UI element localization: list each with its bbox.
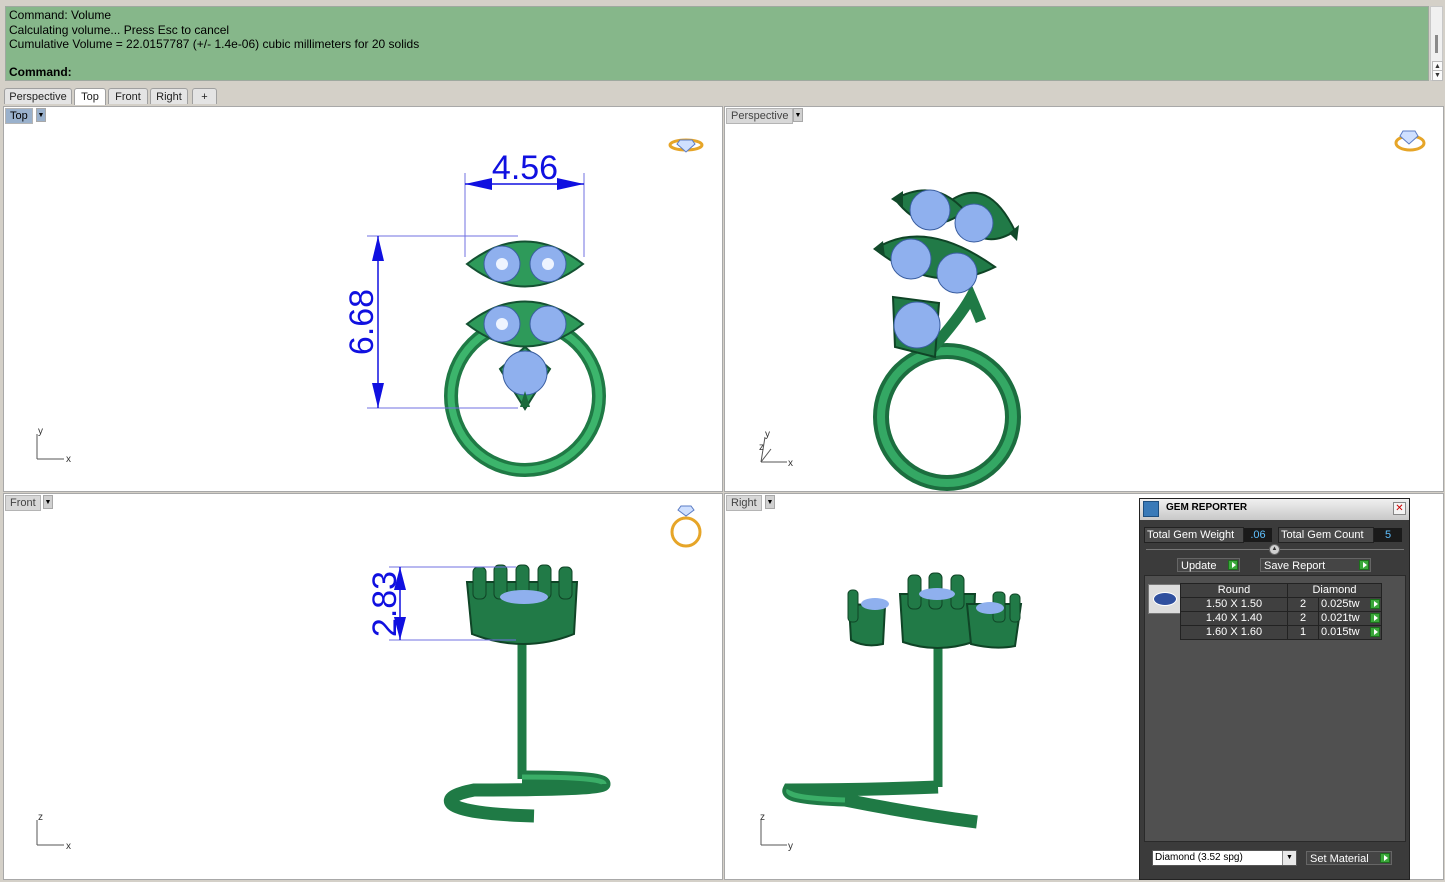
gem-count: 1 xyxy=(1287,625,1319,640)
gem-count: 2 xyxy=(1287,597,1319,612)
viewport-label-top[interactable]: Top xyxy=(5,108,33,124)
axis-indicator-right: y z xyxy=(760,812,793,852)
command-line-2: Calculating volume... Press Esc to cance… xyxy=(9,23,230,37)
gem-reporter-title: GEM REPORTER xyxy=(1166,502,1248,513)
play-arrow-icon xyxy=(1380,853,1390,863)
gem-size: 1.60 X 1.60 xyxy=(1180,625,1288,640)
ring-icon xyxy=(670,505,702,548)
row-go-button[interactable] xyxy=(1369,598,1381,611)
viewport-label-right[interactable]: Right xyxy=(726,495,762,511)
ring-model-front xyxy=(443,564,611,823)
total-gem-weight-label: Total Gem Weight xyxy=(1144,527,1244,543)
axis-y-label: y xyxy=(788,841,793,852)
viewport-menu-icon[interactable]: ▼ xyxy=(765,495,775,509)
table-row[interactable]: 1.50 X 1.50 2 0.025tw xyxy=(1180,597,1382,612)
play-arrow-icon xyxy=(1370,599,1380,609)
tab-perspective[interactable]: Perspective xyxy=(4,88,72,104)
gem-reporter-titlebar[interactable]: GEM REPORTER ✕ xyxy=(1140,499,1409,520)
total-gem-count-value: 5 xyxy=(1374,528,1402,542)
top-view-canvas: 4.56 6.68 x y xyxy=(36,138,704,477)
save-report-button-label: Save Report xyxy=(1264,560,1326,572)
axis-x-label: x xyxy=(66,841,71,852)
gem-size: 1.50 X 1.50 xyxy=(1180,597,1288,612)
material-select-value: Diamond (3.52 spg) xyxy=(1155,852,1243,863)
tab-front[interactable]: Front xyxy=(108,88,148,104)
save-report-button[interactable]: Save Report xyxy=(1260,558,1371,572)
viewport-menu-icon[interactable]: ▼ xyxy=(43,495,53,509)
gem-weight: 0.021tw xyxy=(1321,612,1360,624)
tab-top[interactable]: Top xyxy=(74,88,106,105)
axis-z-label: z xyxy=(38,812,43,823)
close-icon[interactable]: ✕ xyxy=(1393,502,1406,515)
viewport-perspective[interactable]: x y z Perspective ▼ xyxy=(724,106,1444,492)
total-gem-count-label: Total Gem Count xyxy=(1278,527,1374,543)
viewport-top[interactable]: 4.56 6.68 x y Top ▼ xyxy=(3,106,723,492)
set-material-button[interactable]: Set Material xyxy=(1306,851,1392,865)
viewport-label-front[interactable]: Front xyxy=(5,495,41,511)
gem-count: 2 xyxy=(1287,611,1319,626)
round-gem-icon xyxy=(1148,584,1181,614)
table-header-row: Round Diamond xyxy=(1180,583,1382,598)
table-row[interactable]: 1.40 X 1.40 2 0.021tw xyxy=(1180,611,1382,626)
add-tab-icon[interactable]: + xyxy=(192,88,217,104)
play-arrow-icon xyxy=(1228,560,1238,570)
viewport-menu-icon[interactable]: ▼ xyxy=(36,108,46,122)
update-button[interactable]: Update xyxy=(1177,558,1240,572)
dimension-height-label: 6.68 xyxy=(343,289,381,355)
gem-icon xyxy=(668,138,704,153)
command-line-1: Command: Volume xyxy=(9,8,112,22)
scrollbar-thumb[interactable] xyxy=(1435,35,1438,53)
table-row[interactable]: 1.60 X 1.60 1 0.015tw xyxy=(1180,625,1382,640)
gem-icon-perspective xyxy=(1394,130,1426,152)
scroll-down-arrow-icon[interactable]: ▼ xyxy=(1432,70,1443,81)
viewport-menu-icon[interactable]: ▼ xyxy=(793,108,803,122)
ring-model-right xyxy=(782,572,1023,829)
dimension-lines-top xyxy=(367,173,585,409)
collapse-toggle-icon[interactable]: ▲ xyxy=(1269,544,1280,555)
dimension-width-label: 4.56 xyxy=(492,149,558,187)
command-line-3: Cumulative Volume = 22.0157787 (+/- 1.4e… xyxy=(9,37,420,51)
axis-z-label: z xyxy=(759,442,764,453)
gem-size: 1.40 X 1.40 xyxy=(1180,611,1288,626)
axis-x-label: x xyxy=(66,454,71,465)
material-select[interactable]: Diamond (3.52 spg) ▼ xyxy=(1152,850,1297,866)
header-shape: Round xyxy=(1180,583,1288,598)
gem-weight: 0.025tw xyxy=(1321,598,1360,610)
play-arrow-icon xyxy=(1370,627,1380,637)
play-arrow-icon xyxy=(1370,613,1380,623)
axis-indicator-perspective: x y z xyxy=(759,429,793,469)
header-material: Diamond xyxy=(1287,583,1382,598)
total-gem-weight-value: .06 xyxy=(1244,528,1272,542)
front-view-canvas: 2.83 x z xyxy=(36,505,702,852)
axis-y-label: y xyxy=(765,429,770,440)
ring-model-perspective xyxy=(873,189,1021,491)
chevron-down-icon[interactable]: ▼ xyxy=(1282,851,1296,865)
axis-indicator-front: x z xyxy=(36,812,71,852)
tab-right[interactable]: Right xyxy=(150,88,188,104)
ring-model-top xyxy=(444,240,606,477)
dimension-height-label: 2.83 xyxy=(366,571,404,637)
row-go-button[interactable] xyxy=(1369,626,1381,639)
update-button-label: Update xyxy=(1181,560,1217,572)
row-go-button[interactable] xyxy=(1369,612,1381,625)
gem-reporter-panel: GEM REPORTER ✕ Total Gem Weight .06 Tota… xyxy=(1139,498,1410,880)
viewport-label-perspective[interactable]: Perspective xyxy=(726,108,794,124)
gem-reporter-icon xyxy=(1143,501,1159,517)
command-scrollbar[interactable]: ▲ ▼ xyxy=(1430,6,1443,81)
axis-y-label: y xyxy=(38,426,43,437)
viewport-front[interactable]: 2.83 x z Front ▼ xyxy=(3,493,723,880)
axis-indicator-top: x y xyxy=(36,426,71,465)
perspective-view-canvas: x y z xyxy=(759,130,1426,491)
axis-x-label: x xyxy=(788,458,793,469)
gem-table: Round Diamond 1.50 X 1.50 2 0.025tw 1.40… xyxy=(1180,583,1382,640)
set-material-button-label: Set Material xyxy=(1310,853,1369,865)
axis-z-label: z xyxy=(760,812,765,823)
gem-weight: 0.015tw xyxy=(1321,626,1360,638)
command-history: Command: Volume Calculating volume... Pr… xyxy=(5,6,1429,81)
play-arrow-icon xyxy=(1359,560,1369,570)
command-prompt[interactable]: Command: xyxy=(9,65,72,79)
